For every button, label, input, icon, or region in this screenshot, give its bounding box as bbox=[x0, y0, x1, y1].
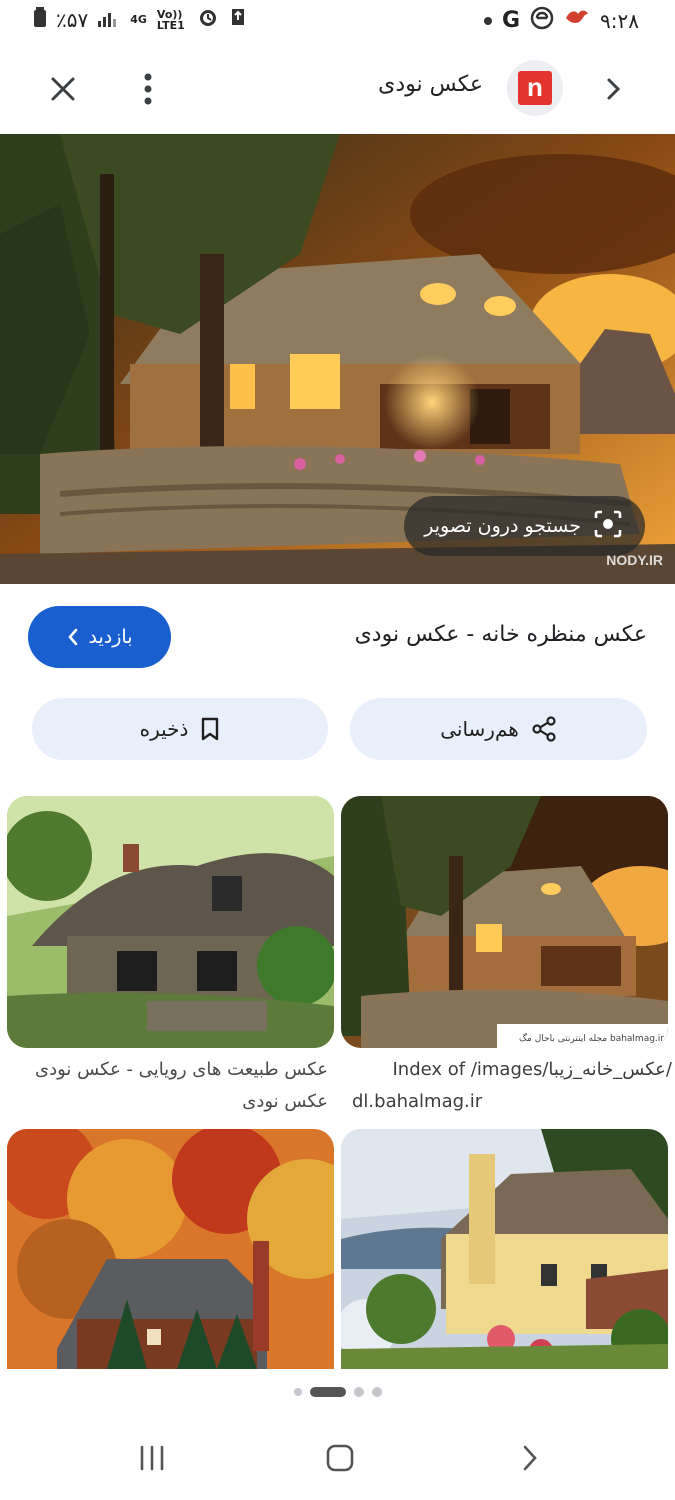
visit-label: بازدید bbox=[88, 626, 133, 648]
save-label: ذخیره bbox=[139, 717, 189, 741]
related-caption-1-source: dl.bahalmag.ir bbox=[352, 1091, 483, 1112]
site-name[interactable]: عکس نودی bbox=[378, 72, 483, 97]
related-caption-2-source: عکس نودی bbox=[242, 1091, 328, 1112]
share-label: هم‌رسانی bbox=[440, 717, 519, 741]
save-button[interactable]: ذخیره bbox=[32, 698, 328, 760]
battery-icon bbox=[34, 7, 46, 32]
page-dot bbox=[293, 1388, 302, 1396]
chevron-right-icon bbox=[607, 78, 621, 100]
back-icon bbox=[523, 1445, 537, 1471]
search-in-image-label: جستجو درون تصویر bbox=[424, 515, 581, 537]
site-favicon[interactable]: n bbox=[507, 60, 563, 116]
related-image-4[interactable] bbox=[7, 1129, 334, 1369]
chevron-right-button[interactable] bbox=[596, 72, 630, 106]
chevron-left-icon bbox=[67, 628, 77, 646]
status-right: G ۹:۲۸ bbox=[483, 6, 639, 35]
edge-icon bbox=[530, 6, 554, 35]
recent-apps-icon bbox=[140, 1445, 164, 1471]
home-button[interactable] bbox=[316, 1436, 364, 1480]
notification-dot bbox=[483, 16, 492, 25]
home-icon bbox=[326, 1444, 354, 1472]
status-bar: ٪۵۷ 4G Vo)) LTE1 G ۹:۲۸ bbox=[0, 0, 675, 40]
result-title: عکس منظره خانه - عکس نودی bbox=[354, 622, 647, 647]
related-caption-1-title: /عکس_خانه_زیبا/Index of /images bbox=[392, 1059, 672, 1080]
recycle-icon bbox=[229, 7, 247, 32]
network-type: 4G bbox=[130, 13, 147, 26]
bookmark-icon bbox=[202, 717, 219, 741]
clock-time: ۹:۲۸ bbox=[600, 8, 639, 33]
close-icon bbox=[51, 77, 75, 101]
lens-icon bbox=[593, 509, 623, 544]
pagination-indicator bbox=[0, 1384, 675, 1400]
bird-app-icon bbox=[564, 8, 590, 33]
more-vert-icon bbox=[144, 73, 152, 105]
recent-apps-button[interactable] bbox=[128, 1438, 176, 1478]
related-image-3[interactable] bbox=[341, 1129, 668, 1369]
visit-button[interactable]: بازدید bbox=[28, 606, 171, 668]
related-image-2[interactable] bbox=[7, 796, 334, 1048]
signal-icon bbox=[98, 8, 120, 32]
more-options-button[interactable] bbox=[128, 68, 168, 110]
system-nav-bar bbox=[0, 1410, 675, 1500]
battery-percent: ٪۵۷ bbox=[56, 7, 89, 32]
page-dot bbox=[371, 1387, 382, 1397]
related-image-1-watermark: bahalmag.ir مجله اینترنتی باحال مگ bbox=[519, 1034, 664, 1044]
alarm-icon bbox=[197, 6, 219, 33]
hero-watermark: NODY.IR bbox=[606, 552, 663, 568]
related-caption-1[interactable]: /عکس_خانه_زیبا/Index of /images dl.bahal… bbox=[352, 1054, 672, 1118]
page-dot bbox=[353, 1387, 364, 1397]
volte-indicator: Vo)) LTE1 bbox=[156, 7, 185, 32]
site-logo-letter: n bbox=[518, 71, 552, 105]
share-icon bbox=[532, 716, 556, 742]
share-button[interactable]: هم‌رسانی bbox=[350, 698, 647, 760]
search-in-image-button[interactable]: جستجو درون تصویر bbox=[404, 496, 645, 556]
related-caption-2-title: عکس طبیعت های رویایی - عکس نودی bbox=[34, 1059, 328, 1080]
close-button[interactable] bbox=[42, 68, 84, 110]
status-left: ٪۵۷ 4G Vo)) LTE1 bbox=[34, 6, 247, 33]
app-bar: عکس نودی n bbox=[0, 48, 675, 132]
g-icon: G bbox=[501, 8, 521, 33]
page-dot-active bbox=[309, 1387, 346, 1397]
back-button[interactable] bbox=[506, 1438, 554, 1478]
related-image-1[interactable]: bahalmag.ir مجله اینترنتی باحال مگ bbox=[341, 796, 668, 1048]
related-caption-2[interactable]: عکس طبیعت های رویایی - عکس نودی عکس نودی bbox=[10, 1054, 328, 1118]
